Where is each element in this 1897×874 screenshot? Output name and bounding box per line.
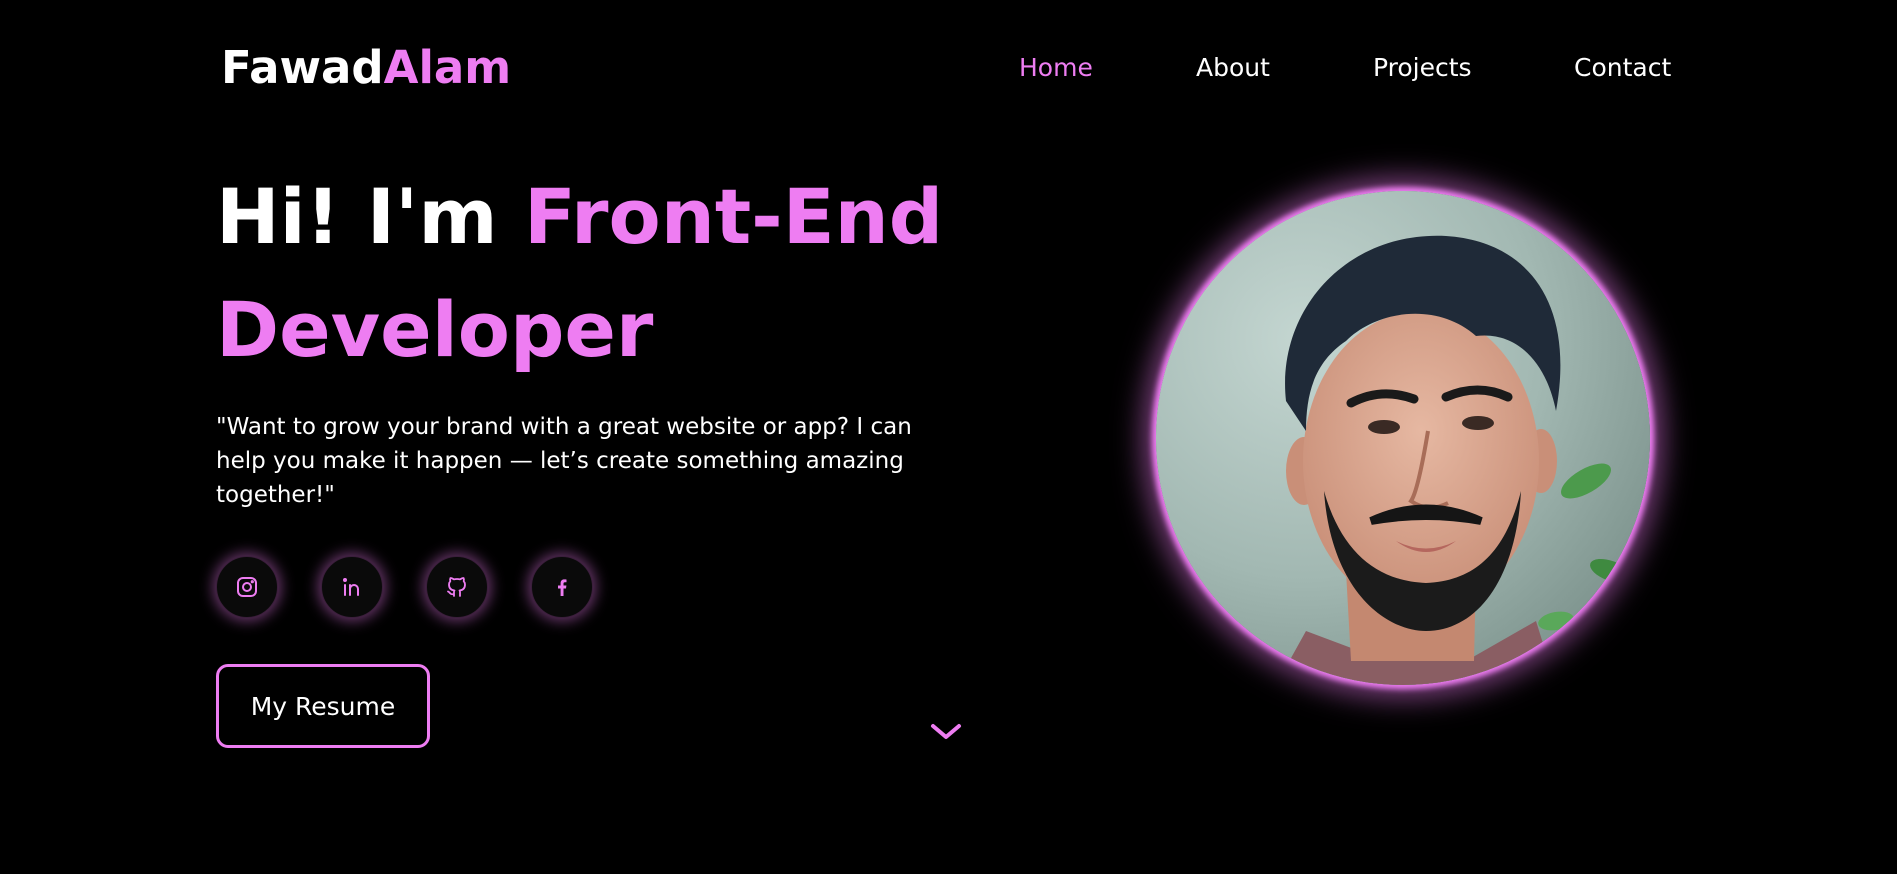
instagram-icon <box>237 577 257 597</box>
hero-title-role-1: Front-End <box>523 172 944 261</box>
instagram-button[interactable] <box>216 556 278 618</box>
nav-link-home[interactable]: Home <box>1019 48 1093 88</box>
profile-photo <box>1156 191 1650 685</box>
logo-last-name: Alam <box>383 41 512 94</box>
page: FawadAlam Home About Projects Contact Hi… <box>0 0 1897 874</box>
facebook-icon <box>558 579 567 596</box>
profile-photo-illustration <box>1156 191 1650 685</box>
hero-title: Hi! I'm Front-End Developer <box>216 160 976 386</box>
linkedin-icon <box>343 578 359 596</box>
hero-title-greeting: Hi! I'm <box>216 172 524 261</box>
nav-link-about[interactable]: About <box>1196 48 1270 88</box>
social-links <box>216 556 636 618</box>
logo[interactable]: FawadAlam <box>221 40 511 96</box>
nav-link-projects[interactable]: Projects <box>1373 48 1472 88</box>
linkedin-button[interactable] <box>321 556 383 618</box>
resume-button[interactable]: My Resume <box>216 664 430 748</box>
main-nav: Home About Projects Contact <box>1000 48 1690 88</box>
hero-title-role-2: Developer <box>216 285 654 374</box>
github-icon <box>447 577 466 597</box>
hero-tagline: "Want to grow your brand with a great we… <box>216 414 912 508</box>
nav-link-contact[interactable]: Contact <box>1574 48 1671 88</box>
facebook-button[interactable] <box>531 556 593 618</box>
chevron-down-icon[interactable] <box>929 720 963 744</box>
github-button[interactable] <box>426 556 488 618</box>
logo-first-name: Fawad <box>221 41 384 94</box>
